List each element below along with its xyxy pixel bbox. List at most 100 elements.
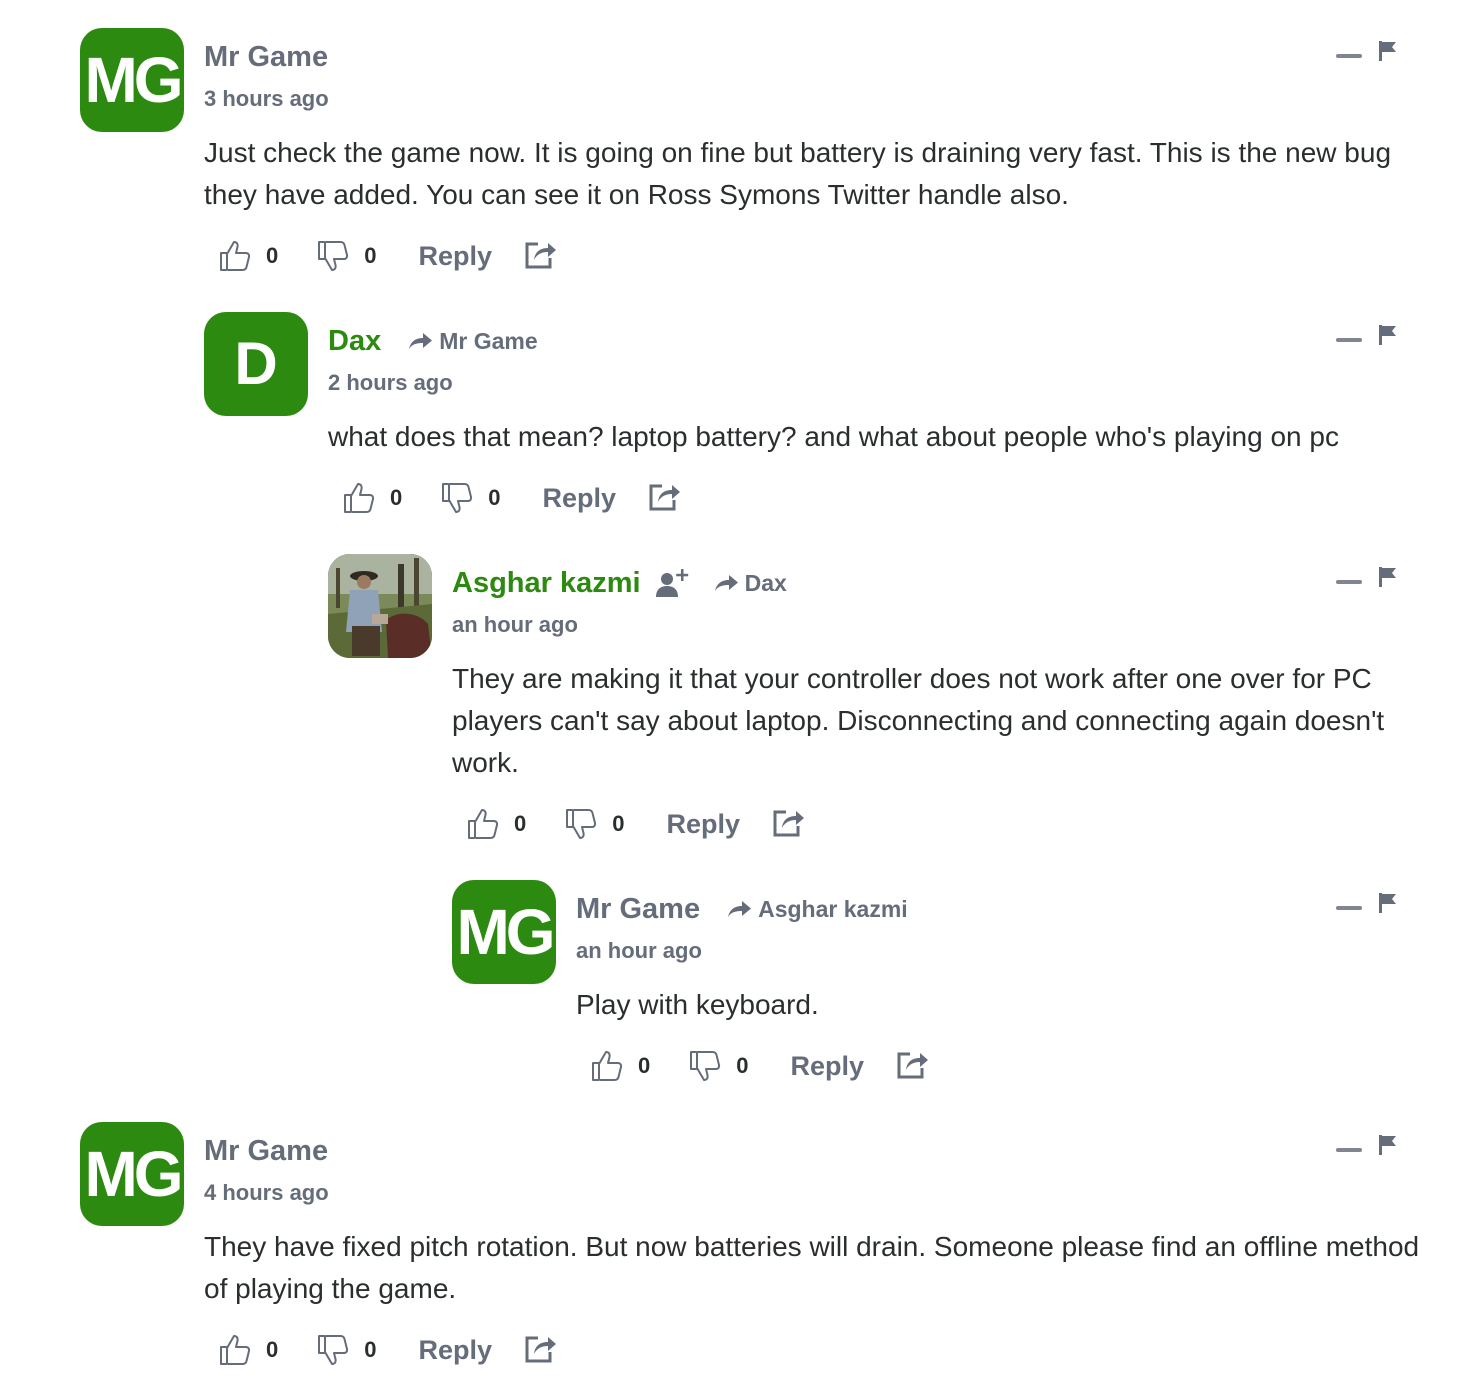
collapse-icon[interactable] [1336,1148,1362,1152]
thumbs-down-icon [318,1335,349,1365]
thumbs-down-icon [442,483,473,513]
thumbs-down-icon [690,1051,721,1081]
share-icon [525,1336,557,1362]
reply-arrow-icon [409,333,433,349]
author-name[interactable]: Mr Game [204,1136,328,1166]
share-icon [649,484,681,510]
avatar[interactable]: D [204,312,308,416]
avatar[interactable]: MG [80,1122,184,1226]
downvote-count: 0 [488,485,501,510]
flag-icon[interactable] [1378,566,1398,588]
comment-header: Mr Game Asghar kazmi [576,890,908,928]
avatar-initials: MG [456,896,555,968]
comment-actions: 0 0 Reply [590,1046,930,1086]
timestamp[interactable]: an hour ago [452,612,578,638]
author-name[interactable]: Mr Game [204,42,328,72]
upvote-count: 0 [390,485,403,510]
comment-text: what does that mean? laptop battery? and… [328,421,1339,452]
collapse-icon[interactable] [1336,580,1362,584]
downvote-button[interactable]: 0 [316,1333,377,1367]
share-icon [897,1052,929,1078]
comment: D Dax Mr Game 2 hours ago what does that… [0,312,1464,582]
comment-header: Dax Mr Game [328,322,538,360]
timestamp[interactable]: 4 hours ago [204,1180,329,1206]
comment-text: They are making it that your controller … [452,663,1385,778]
comment-actions: 0 0 Reply [342,478,682,518]
thumbs-up-icon [468,809,499,839]
upvote-count: 0 [638,1053,651,1078]
comment: MG Mr Game Asghar kazmi an hour ago Play… [0,880,1464,1150]
timestamp[interactable]: an hour ago [576,938,702,964]
follow-user-icon[interactable] [655,567,691,599]
collapse-icon[interactable] [1336,906,1362,910]
comment: Asghar kazmi Dax an hour ago They are ma… [0,554,1464,874]
reply-button[interactable]: Reply [419,1335,493,1366]
collapse-icon[interactable] [1336,338,1362,342]
comment-actions: 0 0 Reply [218,1330,558,1370]
share-button[interactable] [524,1332,558,1369]
avatar[interactable]: MG [452,880,556,984]
downvote-count: 0 [364,1337,377,1362]
share-button[interactable] [772,806,806,843]
upvote-button[interactable]: 0 [342,481,402,515]
avatar-initials: MG [84,1138,183,1210]
share-button[interactable] [648,480,682,517]
reply-to-link[interactable]: Dax [713,570,787,597]
upvote-button[interactable]: 0 [590,1049,650,1083]
comment-text: Play with keyboard. [576,989,819,1020]
downvote-button[interactable]: 0 [564,807,625,841]
reply-button[interactable]: Reply [791,1051,865,1082]
share-button[interactable] [524,238,558,275]
share-icon [525,242,557,268]
thumbs-up-icon [344,483,375,513]
reply-button[interactable]: Reply [543,483,617,514]
reply-button[interactable]: Reply [667,809,741,840]
comment-actions: 0 0 Reply [218,236,558,276]
downvote-button[interactable]: 0 [316,239,377,273]
flag-icon[interactable] [1378,40,1398,62]
upvote-count: 0 [266,1337,279,1362]
upvote-button[interactable]: 0 [218,239,278,273]
comment-header: Asghar kazmi Dax [452,564,787,602]
thumbs-up-icon [592,1051,623,1081]
upvote-count: 0 [266,243,279,268]
thumbs-down-icon [318,241,349,271]
downvote-count: 0 [612,811,625,836]
reply-to-name: Mr Game [439,327,538,354]
reply-to-link[interactable]: Mr Game [407,327,538,355]
share-icon [773,810,805,836]
upvote-count: 0 [514,811,527,836]
avatar[interactable] [328,554,432,658]
thumbs-up-icon [220,1335,251,1365]
downvote-count: 0 [364,243,377,268]
collapse-icon[interactable] [1336,54,1362,58]
reply-to-name: Dax [744,569,787,596]
comment: MG Mr Game 4 hours ago They have fixed p… [0,1122,1464,1380]
share-button[interactable] [896,1048,930,1085]
thumbs-up-icon [220,241,251,271]
upvote-button[interactable]: 0 [218,1333,278,1367]
author-name[interactable]: Asghar kazmi [452,568,641,598]
avatar[interactable]: MG [80,28,184,132]
comment-header: Mr Game [204,1132,328,1170]
thumbs-down-icon [566,809,597,839]
upvote-button[interactable]: 0 [466,807,526,841]
flag-icon[interactable] [1378,1134,1398,1156]
author-name[interactable]: Dax [328,326,381,356]
downvote-count: 0 [736,1053,749,1078]
timestamp[interactable]: 3 hours ago [204,86,329,112]
comment-actions: 0 0 Reply [466,804,806,844]
downvote-button[interactable]: 0 [440,481,501,515]
avatar-initials: MG [84,44,183,116]
reply-to-link[interactable]: Asghar kazmi [726,896,908,923]
reply-button[interactable]: Reply [419,241,493,272]
flag-icon[interactable] [1378,892,1398,914]
timestamp[interactable]: 2 hours ago [328,370,453,396]
reply-arrow-icon [714,575,738,591]
flag-icon[interactable] [1378,324,1398,346]
comment-text: They have fixed pitch rotation. But now … [204,1231,1420,1304]
reply-arrow-icon [728,901,752,917]
reply-to-name: Asghar kazmi [758,895,908,922]
downvote-button[interactable]: 0 [688,1049,749,1083]
author-name[interactable]: Mr Game [576,894,700,924]
